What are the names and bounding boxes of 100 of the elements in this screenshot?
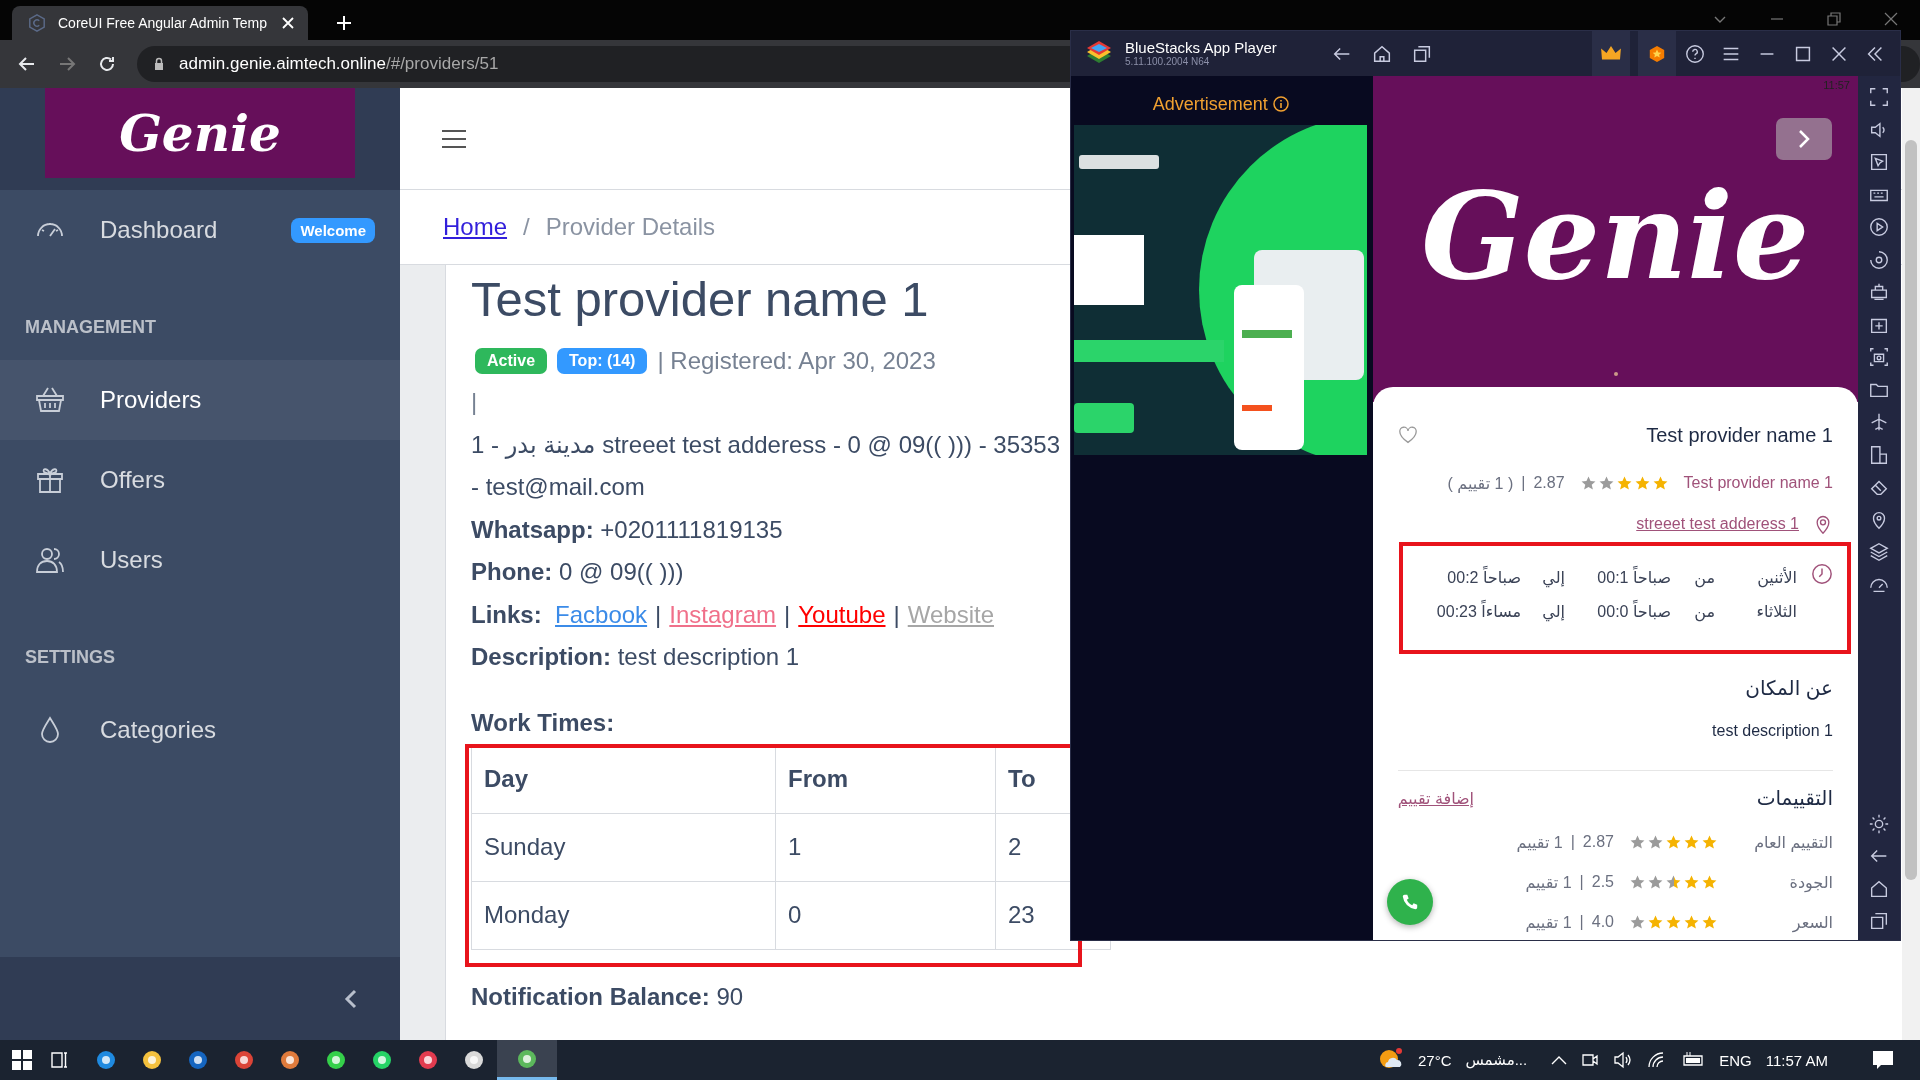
fullscreen-icon[interactable]	[1868, 86, 1890, 108]
logo: Genie	[1421, 164, 1810, 308]
notification-icon[interactable]	[1872, 1050, 1894, 1070]
day-name: الأثنين	[1756, 566, 1797, 590]
column-header: Day	[471, 745, 776, 813]
field-label: Links:	[471, 600, 542, 628]
rating-label: التقييم العام	[1753, 832, 1833, 852]
windows-icon[interactable]	[12, 1050, 32, 1070]
taskbar-app[interactable]	[497, 1040, 557, 1080]
help-icon[interactable]	[1684, 42, 1706, 65]
section-title: عن المكان	[1744, 676, 1833, 700]
battery-icon[interactable]	[1681, 1052, 1706, 1068]
sidebar-toggle[interactable]	[0, 957, 400, 1040]
reload-icon[interactable]	[97, 54, 117, 74]
layers-icon[interactable]	[1868, 541, 1890, 563]
breadcrumb-current: Provider Details	[545, 213, 716, 241]
recents-icon[interactable]	[1868, 910, 1890, 932]
add-review-link[interactable]: إضافة تقييم	[1397, 788, 1475, 808]
plane-icon[interactable]	[1868, 411, 1890, 433]
nav-heading: SETTINGS	[24, 646, 116, 669]
field-label: Phone:	[471, 558, 553, 585]
table-cell: Monday	[471, 881, 776, 949]
column-header: From	[775, 745, 996, 813]
app-icon	[325, 1049, 347, 1071]
settings-icon[interactable]	[1868, 812, 1890, 835]
clock-icon	[1811, 563, 1833, 585]
rating-count: 1 تقييم	[1525, 872, 1572, 892]
phone-icon	[1400, 893, 1419, 911]
rating-label: الجودة	[1788, 872, 1833, 892]
speaker-icon[interactable]	[1613, 1051, 1634, 1069]
nav-item[interactable]: Users	[0, 520, 400, 600]
social-link[interactable]: Youtube	[798, 600, 886, 628]
lock-icon	[153, 57, 165, 71]
provider-subtitle: Test provider name 1	[1683, 474, 1833, 492]
next-button[interactable]	[1776, 118, 1832, 160]
camera-icon[interactable]	[1868, 346, 1890, 368]
call-button[interactable]	[1386, 879, 1433, 925]
breadcrumb-link[interactable]: Home	[443, 213, 508, 241]
status-time: 11:57	[1823, 79, 1850, 91]
browser-tab[interactable]: CoreUI Free Angular Admin Temp	[12, 6, 308, 40]
rating-score: 2.5	[1591, 873, 1614, 891]
app-icon	[516, 1047, 538, 1070]
clock[interactable]: 11:57 AM	[1765, 1051, 1828, 1069]
rating-count: ( 1 تقييم )	[1447, 473, 1514, 493]
welcome-badge: Welcome	[291, 217, 375, 243]
close-time: 00:2 صباحاً	[1421, 566, 1521, 590]
rewards-button[interactable]	[1638, 31, 1676, 76]
chevron-up-icon[interactable]	[1551, 1055, 1568, 1065]
nav-item[interactable]: Providers	[0, 360, 400, 440]
table-cell: 1	[775, 813, 996, 881]
link-separator: |	[655, 600, 662, 628]
divider-mark: |	[471, 388, 478, 415]
rating-label: السعر	[1791, 912, 1833, 932]
premium-button[interactable]	[1592, 31, 1630, 76]
status-badge: Active	[475, 348, 548, 374]
chevron-left-icon	[344, 988, 358, 1009]
from-label: من	[1693, 602, 1715, 624]
rating-score: 2.87	[1582, 833, 1614, 851]
table-cell: Sunday	[471, 813, 776, 881]
nav-item[interactable]: Categories	[0, 690, 400, 770]
registered-date: | Registered: Apr 30, 2023	[657, 347, 936, 375]
devices-icon[interactable]	[1868, 443, 1890, 466]
rating-score: 4.0	[1591, 913, 1614, 931]
rating-separator: |	[1521, 474, 1526, 492]
restore-icon[interactable]	[1827, 12, 1841, 26]
logo-icon	[28, 14, 46, 32]
link-separator: |	[784, 600, 791, 628]
chevron-right-icon	[1798, 129, 1810, 149]
field-value: 0 @ 09(( )))	[559, 558, 684, 585]
heart-icon[interactable]	[1397, 426, 1418, 444]
new-tab-icon[interactable]	[336, 15, 352, 31]
field-value: 90	[716, 982, 744, 1010]
menu-icon[interactable]	[442, 128, 466, 149]
address-link[interactable]: streeet test adderess 1	[1636, 515, 1799, 533]
app-icon	[417, 1049, 439, 1071]
cursor-icon[interactable]	[1868, 151, 1890, 173]
rating-count: 1 تقييم	[1525, 912, 1572, 932]
field-label: Whatsapp:	[471, 515, 594, 543]
temperature: 27°C	[1417, 1051, 1452, 1069]
address-text: 1 - مدينة بدر streeet test adderess - 0 @ 09(( ))) - 35353	[471, 430, 1061, 458]
rating-score: 2.87	[1533, 474, 1565, 492]
rating-count: 1 تقييم	[1516, 832, 1563, 852]
scrollbar[interactable]	[1902, 88, 1920, 1040]
nav-item[interactable]: Offers	[0, 440, 400, 520]
to-label: إلي	[1541, 602, 1565, 624]
language-indicator[interactable]: ENG	[1719, 1051, 1752, 1069]
open-time: 00:1 صباحاً	[1575, 566, 1671, 590]
social-link[interactable]: Facbook	[555, 600, 648, 628]
weather-text: مشمس...	[1465, 1051, 1528, 1069]
task-view-icon[interactable]	[49, 1050, 69, 1070]
description-text: test description 1	[1711, 722, 1833, 740]
rotate-icon[interactable]	[1868, 248, 1890, 271]
status-badge: Top: (14)	[557, 348, 648, 374]
field-value: test description 1	[617, 643, 800, 670]
field-label: Notification Balance:	[471, 982, 710, 1010]
info-icon[interactable]	[1272, 96, 1289, 112]
from-label: من	[1693, 568, 1715, 590]
nav-item[interactable]: Dashboard Welcome	[0, 190, 400, 270]
close-time: 00:23 مساءاً	[1421, 600, 1521, 624]
ad-label: Advertisement	[1152, 94, 1289, 115]
